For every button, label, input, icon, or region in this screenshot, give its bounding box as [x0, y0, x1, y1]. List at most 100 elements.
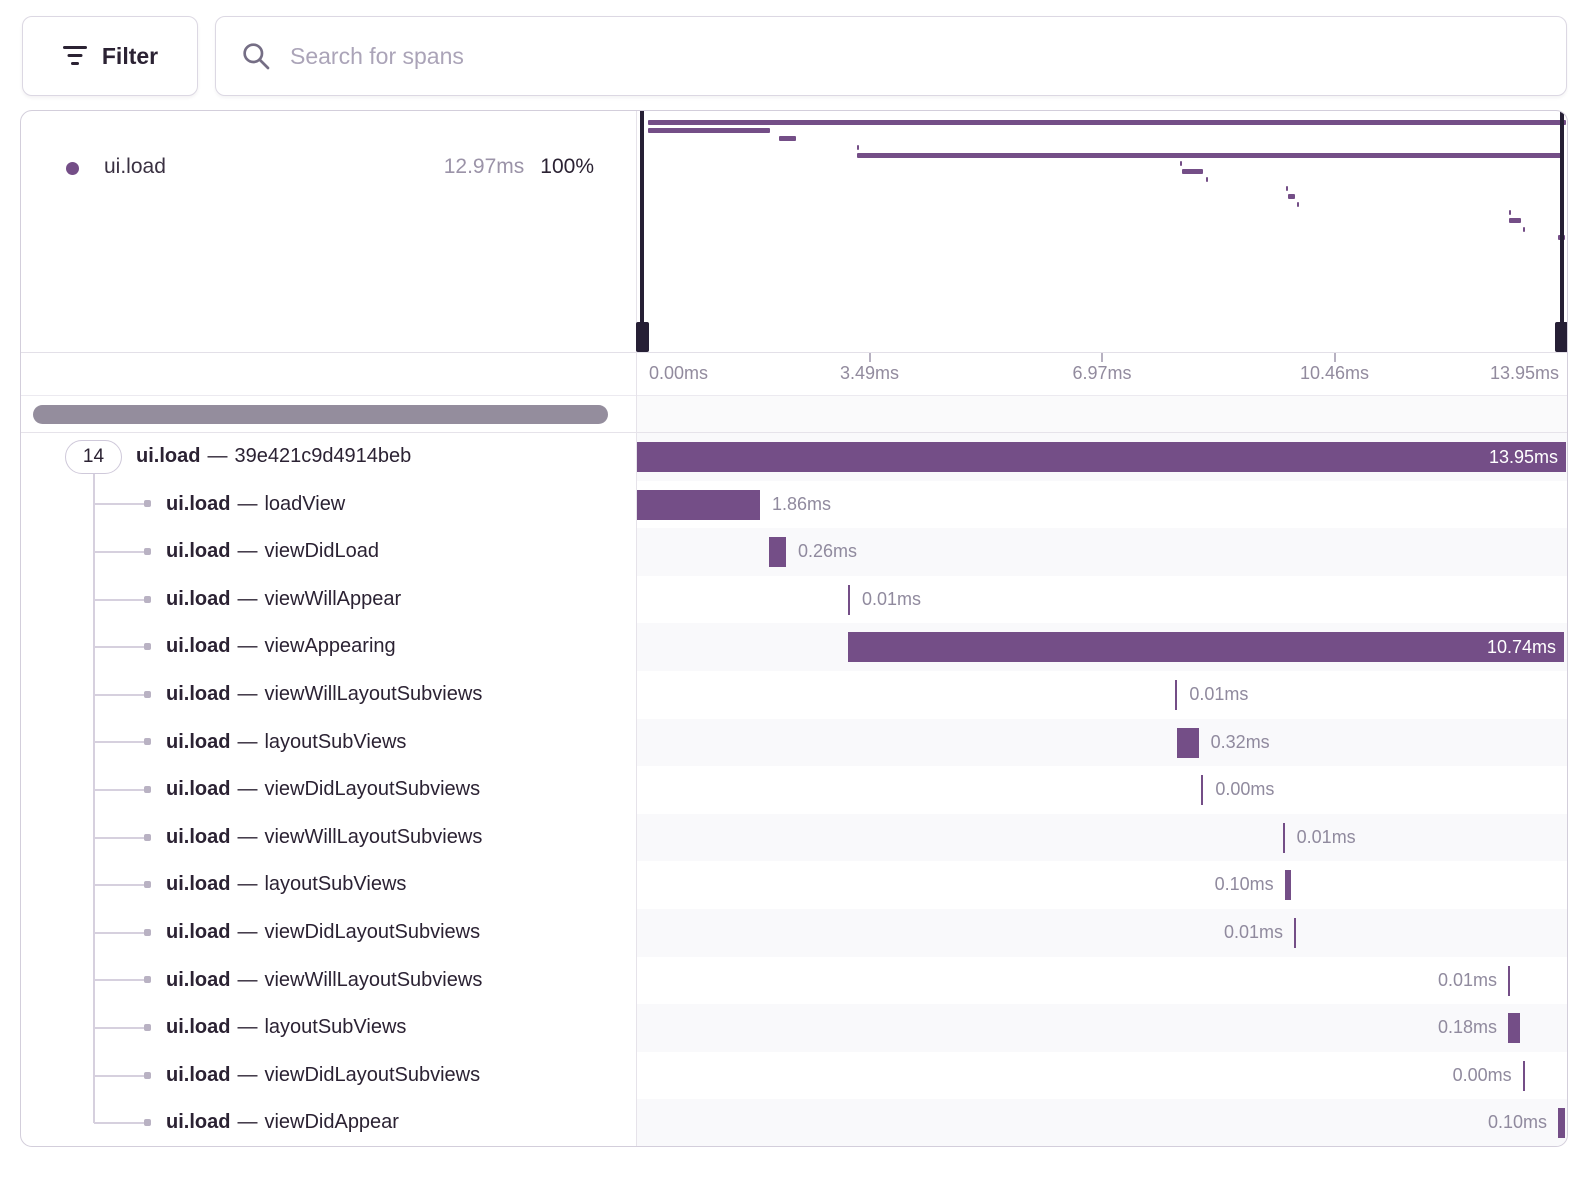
timeline-scroll-track[interactable] — [637, 396, 1567, 432]
span-timeline-cell[interactable]: 0.01ms — [636, 671, 1567, 719]
tree-connector-dot — [144, 596, 151, 603]
span-label: ui.load—viewWillLayoutSubviews — [166, 957, 482, 1005]
span-duration-bar[interactable] — [1508, 966, 1510, 996]
span-timeline-cell[interactable]: 0.26ms — [636, 528, 1567, 576]
span-timeline-cell[interactable]: 13.95ms — [636, 433, 1567, 481]
span-timeline-cell[interactable]: 0.00ms — [636, 766, 1567, 814]
span-row[interactable]: ui.load—viewDidLoad 0.26ms — [21, 528, 1567, 576]
span-tree-cell[interactable]: ui.load—viewDidLoad — [21, 528, 636, 576]
minimap-span-bar — [1288, 194, 1295, 199]
span-row[interactable]: ui.load—viewDidLayoutSubviews 0.01ms — [21, 909, 1567, 957]
span-label: ui.load—viewWillAppear — [166, 576, 401, 624]
span-timeline-cell[interactable]: 0.01ms — [636, 957, 1567, 1005]
scrollbar-band — [21, 395, 1567, 433]
minimap-left-handle[interactable] — [640, 111, 644, 352]
span-row[interactable]: ui.load—layoutSubViews 0.18ms — [21, 1004, 1567, 1052]
minimap-span-bar — [857, 145, 859, 150]
span-label: ui.load—layoutSubViews — [166, 1004, 406, 1052]
span-tree-cell[interactable]: ui.load—layoutSubViews — [21, 861, 636, 909]
span-row[interactable]: ui.load—viewAppearing 10.74ms — [21, 623, 1567, 671]
span-duration-bar[interactable] — [1285, 870, 1292, 900]
search-input[interactable] — [290, 43, 1542, 70]
span-duration-bar[interactable] — [1523, 1061, 1525, 1091]
timeline-axis: 0.00ms3.49ms6.97ms10.46ms13.95ms — [21, 352, 1567, 395]
tree-connector-dot — [144, 786, 151, 793]
span-tree-cell[interactable]: ui.load—loadView — [21, 481, 636, 529]
span-duration-bar[interactable] — [769, 537, 786, 567]
span-tree-cell[interactable]: ui.load—layoutSubViews — [21, 719, 636, 767]
trace-minimap[interactable] — [637, 111, 1567, 352]
tree-guide-line — [93, 474, 95, 1123]
span-timeline-cell[interactable]: 1.86ms — [636, 481, 1567, 529]
minimap-right-handle[interactable] — [1560, 111, 1564, 352]
span-label: ui.load—viewAppearing — [166, 623, 396, 671]
span-rows: ui.load—39e421c9d4914beb 14 13.95ms ui.l… — [21, 433, 1567, 1147]
span-duration-bar[interactable] — [1283, 823, 1285, 853]
tree-connector-line — [94, 741, 144, 743]
span-tree-cell[interactable]: ui.load—viewWillLayoutSubviews — [21, 814, 636, 862]
axis-tick-mark — [869, 353, 871, 362]
span-timeline-cell[interactable]: 0.00ms — [636, 1052, 1567, 1100]
tree-scroll-track[interactable] — [21, 396, 636, 432]
span-row[interactable]: ui.load—layoutSubViews 0.10ms — [21, 861, 1567, 909]
span-duration-bar[interactable] — [1294, 918, 1296, 948]
span-duration-bar[interactable] — [1558, 1108, 1565, 1138]
span-timeline-cell[interactable]: 0.01ms — [636, 814, 1567, 862]
span-duration-label: 1.86ms — [772, 481, 831, 529]
span-row[interactable]: ui.load—viewWillLayoutSubviews 0.01ms — [21, 671, 1567, 719]
span-row[interactable]: ui.load—layoutSubViews 0.32ms — [21, 719, 1567, 767]
span-duration-bar[interactable] — [1508, 1013, 1520, 1043]
span-timeline-cell[interactable]: 0.10ms — [636, 1099, 1567, 1147]
span-duration-bar[interactable] — [636, 490, 760, 520]
filter-button[interactable]: Filter — [22, 16, 198, 96]
tree-connector-line — [94, 599, 144, 601]
span-duration-bar[interactable]: 10.74ms — [848, 632, 1564, 662]
span-tree-cell[interactable]: ui.load—viewDidLayoutSubviews — [21, 766, 636, 814]
span-label: ui.load—layoutSubViews — [166, 861, 406, 909]
tree-connector-dot — [144, 881, 151, 888]
axis-tick-label: 13.95ms — [1490, 363, 1559, 384]
span-duration-bar[interactable] — [1201, 775, 1203, 805]
span-tree-cell[interactable]: ui.load—viewDidAppear — [21, 1099, 636, 1147]
span-tree-cell[interactable]: ui.load—layoutSubViews — [21, 1004, 636, 1052]
span-row[interactable]: ui.load—39e421c9d4914beb 14 13.95ms — [21, 433, 1567, 481]
span-label: ui.load—viewDidLoad — [166, 528, 379, 576]
span-timeline-cell[interactable]: 10.74ms — [636, 623, 1567, 671]
span-row[interactable]: ui.load—viewDidLayoutSubviews 0.00ms — [21, 1052, 1567, 1100]
tree-scrollbar-thumb[interactable] — [33, 405, 608, 424]
span-timeline-cell[interactable]: 0.18ms — [636, 1004, 1567, 1052]
span-timeline-cell[interactable]: 0.10ms — [636, 861, 1567, 909]
span-row[interactable]: ui.load—viewWillAppear 0.01ms — [21, 576, 1567, 624]
span-timeline-cell[interactable]: 0.01ms — [636, 576, 1567, 624]
span-tree-cell[interactable]: ui.load—viewDidLayoutSubviews — [21, 1052, 636, 1100]
minimap-right-handle-grip[interactable] — [1555, 322, 1568, 352]
panel-divider[interactable] — [636, 111, 637, 1146]
span-duration-bar[interactable]: 13.95ms — [636, 442, 1566, 472]
span-label: ui.load—viewWillLayoutSubviews — [166, 671, 482, 719]
span-tree-cell[interactable]: ui.load—viewWillAppear — [21, 576, 636, 624]
span-timeline-cell[interactable]: 0.32ms — [636, 719, 1567, 767]
span-row[interactable]: ui.load—viewWillLayoutSubviews 0.01ms — [21, 814, 1567, 862]
span-search-box[interactable] — [215, 16, 1567, 96]
span-row[interactable]: ui.load—viewDidAppear 0.10ms — [21, 1099, 1567, 1147]
trace-summary: ui.load 12.97ms 100% — [21, 111, 636, 352]
span-tree-cell[interactable]: ui.load—viewWillLayoutSubviews — [21, 671, 636, 719]
span-tree-cell[interactable]: ui.load—39e421c9d4914beb 14 — [21, 433, 636, 481]
tree-connector-dot — [144, 738, 151, 745]
span-row[interactable]: ui.load—viewWillLayoutSubviews 0.01ms — [21, 957, 1567, 1005]
span-timeline-cell[interactable]: 0.01ms — [636, 909, 1567, 957]
axis-tick-label: 3.49ms — [840, 363, 899, 384]
minimap-left-handle-grip[interactable] — [636, 322, 649, 352]
span-duration-bar[interactable] — [1175, 680, 1177, 710]
span-tree-cell[interactable]: ui.load—viewWillLayoutSubviews — [21, 957, 636, 1005]
span-tree-cell[interactable]: ui.load—viewDidLayoutSubviews — [21, 909, 636, 957]
span-duration-bar[interactable] — [848, 585, 850, 615]
span-row[interactable]: ui.load—loadView 1.86ms — [21, 481, 1567, 529]
span-tree-cell[interactable]: ui.load—viewAppearing — [21, 623, 636, 671]
top-section: ui.load 12.97ms 100% — [21, 111, 1567, 352]
span-row[interactable]: ui.load—viewDidLayoutSubviews 0.00ms — [21, 766, 1567, 814]
span-duration-label: 0.01ms — [862, 576, 921, 624]
span-duration-label: 0.01ms — [1224, 909, 1283, 957]
span-duration-bar[interactable] — [1177, 728, 1198, 758]
children-count-badge[interactable]: 14 — [65, 440, 122, 474]
